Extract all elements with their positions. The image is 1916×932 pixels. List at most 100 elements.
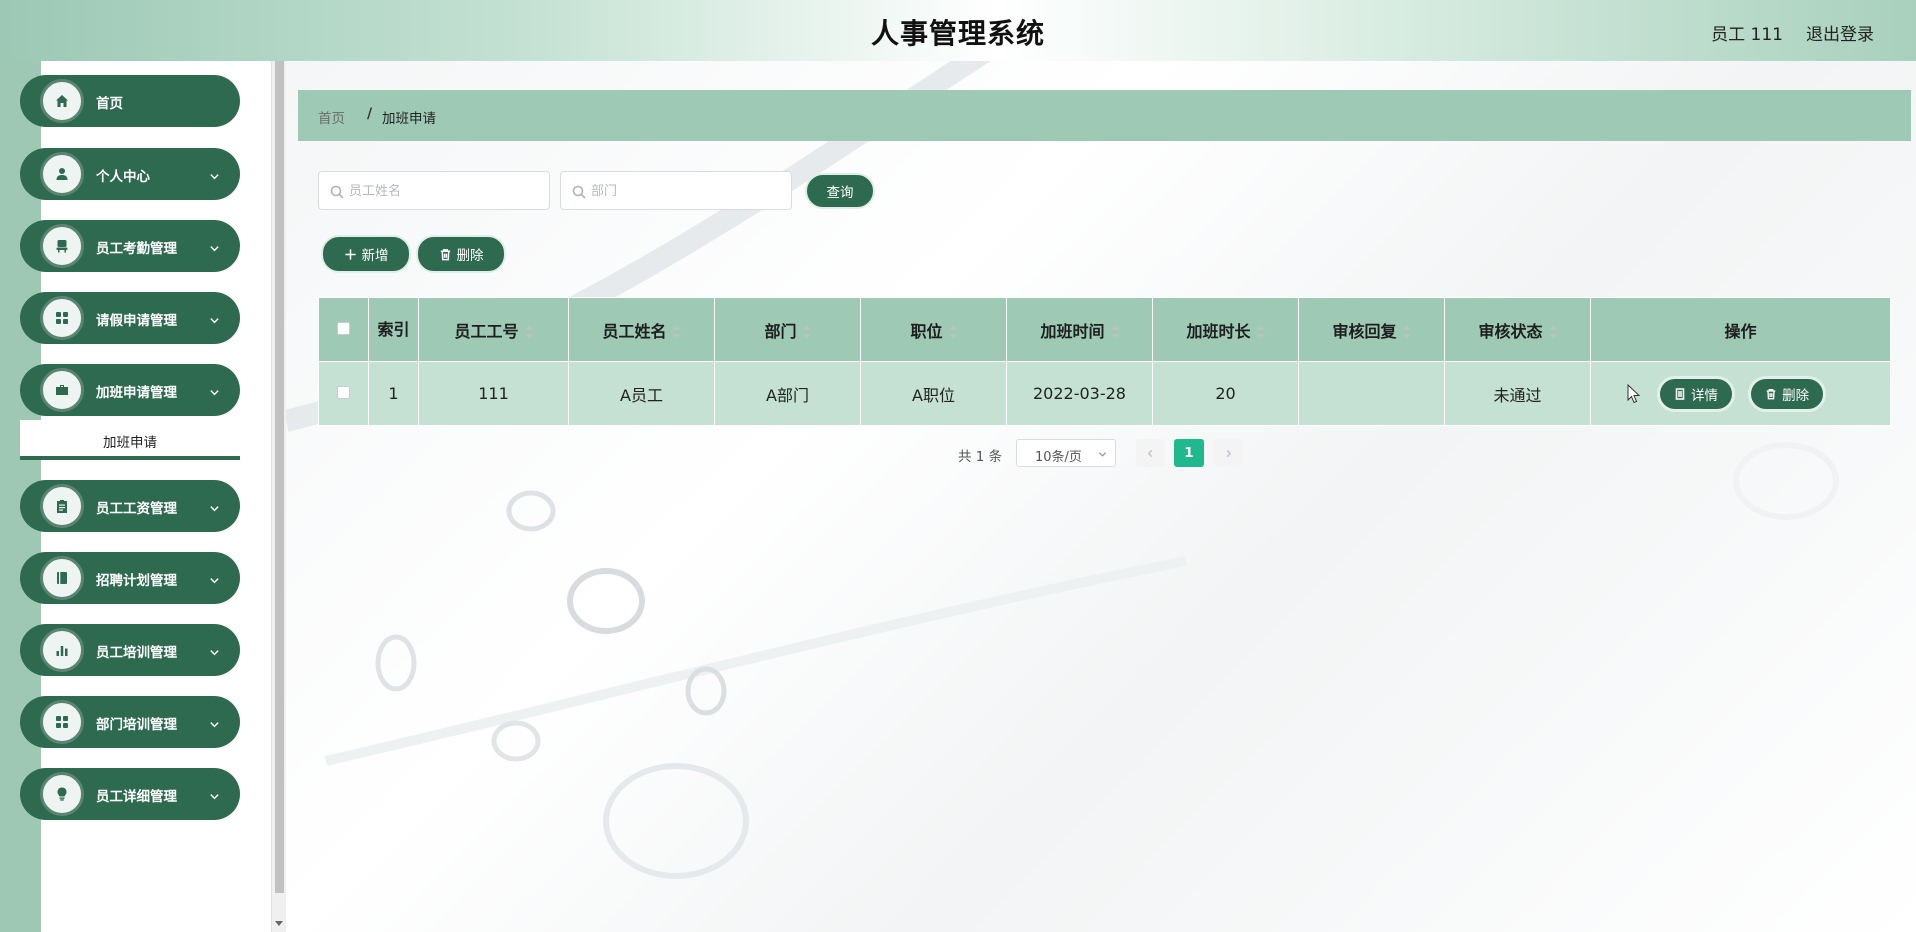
scroll-down-arrow[interactable] (275, 921, 283, 926)
page-size-value: 10条/页 (1035, 450, 1082, 465)
user-icon (40, 152, 84, 196)
clipboard-icon (40, 484, 84, 528)
sidebar-scrollbar[interactable] (271, 61, 286, 932)
sort-icon[interactable] (1110, 326, 1119, 338)
department-search[interactable] (560, 171, 792, 210)
sort-icon[interactable] (948, 326, 957, 338)
row-delete-button-label: 删除 (1782, 387, 1810, 404)
sidebar-item-attendance[interactable]: 员工考勤管理 (20, 220, 240, 272)
sidebar-item-employee-training[interactable]: 员工培训管理 (20, 624, 240, 676)
employee-name-search[interactable] (318, 171, 550, 210)
column-header-index: 索引 (368, 297, 419, 362)
cell-review-reply (1298, 361, 1445, 426)
sidebar-item-label: 请假申请管理 (96, 313, 177, 329)
document-icon (1675, 387, 1685, 400)
overtime-table: 索引 员工工号 员工姓名 部门 职位 加班时间 加班时长 审核回复 审核状态 操… (318, 297, 1891, 426)
sidebar-item-label: 员工工资管理 (96, 501, 177, 517)
search-icon (330, 184, 344, 199)
breadcrumb-current: 加班申请 (382, 111, 436, 127)
chevron-down-icon (209, 571, 220, 584)
table-row: 1 111 A员工 A部门 A职位 2022-03-28 20 未通过 详情 删… (318, 361, 1891, 426)
prev-page-button[interactable] (1136, 439, 1165, 467)
book-icon (40, 556, 84, 600)
sidebar-item-label: 部门培训管理 (96, 717, 177, 733)
column-header-review-status[interactable]: 审核状态 (1444, 297, 1591, 362)
row-select-cell (318, 361, 369, 426)
sidebar-item-label: 招聘计划管理 (96, 573, 177, 589)
grid-icon (40, 700, 84, 744)
detail-button-label: 详情 (1691, 387, 1718, 404)
batch-delete-button-label: 删除 (456, 248, 484, 264)
breadcrumb-home[interactable]: 首页 (318, 107, 345, 127)
cell-overtime-hours: 20 (1152, 361, 1299, 426)
trash-icon (1766, 388, 1776, 399)
plus-icon (344, 248, 356, 260)
sidebar-item-label: 个人中心 (96, 169, 150, 185)
main-content: 首页 / 加班申请 查询 新增 删除 索引 员工工号 员工姓名 (286, 61, 1916, 932)
batch-delete-button[interactable]: 删除 (416, 235, 506, 273)
employee-name-input[interactable] (349, 180, 539, 202)
page-size-select[interactable]: 10条/页 (1016, 439, 1116, 467)
sidebar-item-overtime[interactable]: 加班申请管理 (20, 364, 240, 416)
sort-icon[interactable] (1548, 326, 1557, 338)
cell-department: A部门 (714, 361, 861, 426)
sidebar-item-salary[interactable]: 员工工资管理 (20, 480, 240, 532)
cell-position: A职位 (860, 361, 1007, 426)
sidebar-item-employee-details[interactable]: 员工详细管理 (20, 768, 240, 820)
bar-chart-icon (40, 628, 84, 672)
next-page-button[interactable] (1214, 439, 1243, 467)
row-delete-button[interactable]: 删除 (1748, 375, 1827, 412)
top-header: 人事管理系统 员工 111 退出登录 (0, 0, 1916, 61)
sidebar-item-recruitment[interactable]: 招聘计划管理 (20, 552, 240, 604)
breadcrumb-separator: / (367, 106, 373, 122)
sidebar-item-label: 员工培训管理 (96, 645, 177, 661)
sort-icon[interactable] (802, 326, 811, 338)
sort-icon[interactable] (524, 326, 533, 338)
chair-icon (40, 224, 84, 268)
mouse-cursor-icon (1627, 384, 1641, 404)
chevron-down-icon (1098, 452, 1107, 457)
query-button-label: 查询 (826, 185, 854, 201)
column-header-overtime-hours[interactable]: 加班时长 (1152, 297, 1299, 362)
sidebar-item-department-training[interactable]: 部门培训管理 (20, 696, 240, 748)
chevron-down-icon (209, 311, 220, 324)
app-title: 人事管理系统 (870, 17, 1045, 50)
sort-icon[interactable] (672, 326, 681, 338)
column-header-review-reply[interactable]: 审核回复 (1298, 297, 1445, 362)
chevron-down-icon (209, 499, 220, 512)
chevron-left-icon (1147, 449, 1153, 457)
column-header-employee-no[interactable]: 员工工号 (418, 297, 569, 362)
sidebar-subitem-label: 加班申请 (103, 435, 157, 451)
row-checkbox[interactable] (337, 386, 350, 399)
column-header-employee-name[interactable]: 员工姓名 (568, 297, 715, 362)
column-header-position[interactable]: 职位 (860, 297, 1007, 362)
scrollbar-thumb[interactable] (275, 61, 284, 893)
search-icon (572, 184, 586, 199)
query-button[interactable]: 查询 (805, 173, 875, 209)
column-header-overtime-date[interactable]: 加班时间 (1006, 297, 1153, 362)
page-number-current[interactable]: 1 (1174, 439, 1204, 467)
sort-icon[interactable] (1256, 326, 1265, 338)
cell-review-status: 未通过 (1444, 361, 1591, 426)
add-button[interactable]: 新增 (321, 235, 411, 273)
chevron-down-icon (209, 167, 220, 180)
add-button-label: 新增 (361, 248, 389, 264)
current-user: 员工 111 (1711, 25, 1783, 45)
detail-button[interactable]: 详情 (1657, 375, 1735, 412)
department-input[interactable] (591, 180, 781, 202)
cell-overtime-date: 2022-03-28 (1006, 361, 1153, 426)
column-header-department[interactable]: 部门 (714, 297, 861, 362)
table-header-row: 索引 员工工号 员工姓名 部门 职位 加班时间 加班时长 审核回复 审核状态 操… (318, 297, 1891, 362)
sidebar-subitem-overtime-request[interactable]: 加班申请 (20, 420, 240, 460)
grid-icon (40, 296, 84, 340)
home-icon (40, 79, 84, 123)
chevron-down-icon (209, 643, 220, 656)
cell-employee-name: A员工 (568, 361, 715, 426)
sort-icon[interactable] (1402, 326, 1411, 338)
briefcase-icon (40, 368, 84, 412)
sidebar-item-home[interactable]: 首页 (20, 75, 240, 127)
select-all-checkbox[interactable] (337, 322, 350, 335)
sidebar-item-leave[interactable]: 请假申请管理 (20, 292, 240, 344)
logout-link[interactable]: 退出登录 (1806, 20, 1874, 45)
sidebar-item-personal-center[interactable]: 个人中心 (20, 148, 240, 200)
